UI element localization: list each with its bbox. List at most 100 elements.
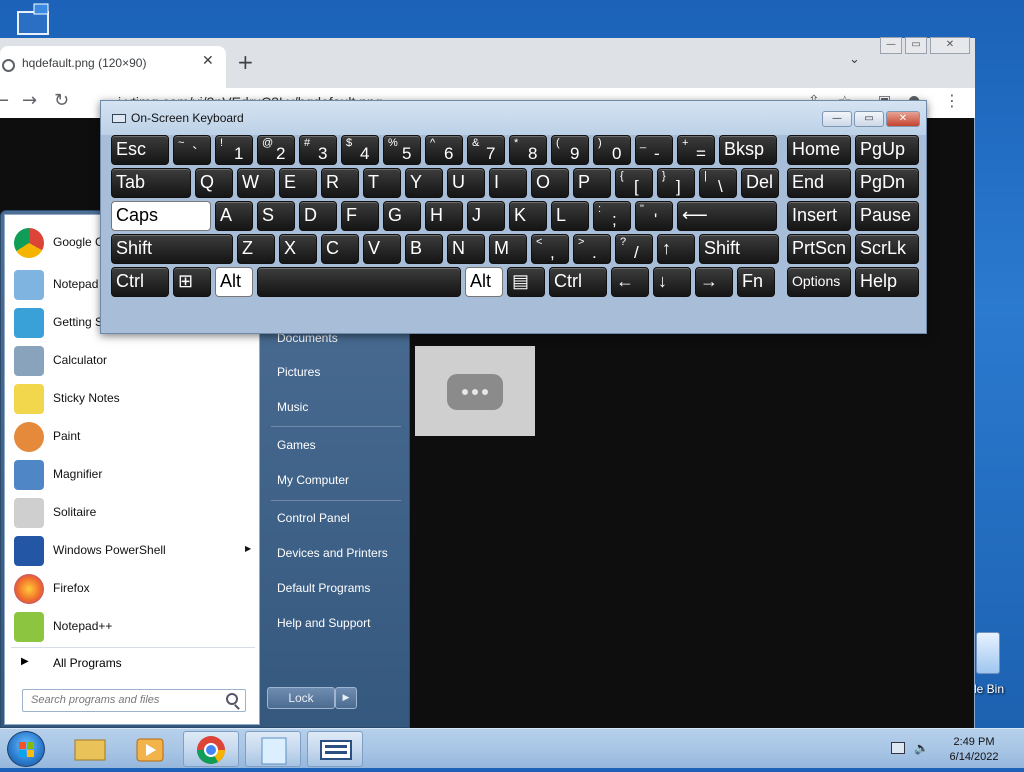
key-[interactable]: ? / <box>615 234 653 264</box>
forward-icon[interactable]: → <box>22 90 37 111</box>
key-g[interactable]: G <box>383 201 421 231</box>
start-right-my-computer[interactable]: My Computer <box>277 473 349 487</box>
key-[interactable]: + = <box>677 135 715 165</box>
network-icon[interactable] <box>891 742 905 754</box>
system-clock[interactable]: 2:49 PM 6/14/2022 <box>944 735 1004 765</box>
start-item-paint[interactable]: Paint <box>11 419 251 455</box>
key-o[interactable]: O <box>531 168 569 198</box>
key-9[interactable]: (9 <box>551 135 589 165</box>
key-caps[interactable]: Caps <box>111 201 211 231</box>
key-y[interactable]: Y <box>405 168 443 198</box>
close-button[interactable]: ✕ <box>930 37 970 54</box>
key-ctrl[interactable]: Ctrl <box>549 267 607 297</box>
key-r[interactable]: R <box>321 168 359 198</box>
all-programs-button[interactable]: ▶ All Programs <box>11 651 251 675</box>
taskbar-media-player[interactable] <box>122 731 178 767</box>
key-t[interactable]: T <box>363 168 401 198</box>
osk-title-bar[interactable]: On-Screen Keyboard — ▭ ✕ <box>101 101 926 135</box>
osk-close-button[interactable]: ✕ <box>886 111 920 127</box>
key-end[interactable]: End <box>787 168 851 198</box>
key-ctrl[interactable]: Ctrl <box>111 267 169 297</box>
back-icon[interactable]: ← <box>0 90 9 111</box>
new-tab-button[interactable]: + <box>237 50 254 74</box>
start-right-default-programs[interactable]: Default Programs <box>277 581 370 595</box>
key-f[interactable]: F <box>341 201 379 231</box>
key-[interactable]: ~ ` <box>173 135 211 165</box>
key-bksp[interactable]: Bksp <box>719 135 777 165</box>
start-item-notepad-plus-plus[interactable]: Notepad++ <box>11 609 251 645</box>
start-item-firefox[interactable]: Firefox <box>11 571 251 607</box>
key-d[interactable]: D <box>299 201 337 231</box>
key-[interactable]: }] <box>657 168 695 198</box>
key-l[interactable]: L <box>551 201 589 231</box>
key-[interactable]: → <box>695 267 733 297</box>
tab-hqdefault[interactable]: hqdefault.png (120×90) ✕ <box>0 46 226 88</box>
key-v[interactable]: V <box>363 234 401 264</box>
key-w[interactable]: W <box>237 168 275 198</box>
maximize-button[interactable]: ▭ <box>905 37 927 54</box>
key-alt[interactable]: Alt <box>465 267 503 297</box>
start-item-magnifier[interactable]: Magnifier <box>11 457 251 493</box>
tab-search-button[interactable]: ⌄ <box>849 52 860 67</box>
key-[interactable]: {[ <box>615 168 653 198</box>
key-[interactable]: <, <box>531 234 569 264</box>
key-e[interactable]: E <box>279 168 317 198</box>
start-button[interactable] <box>7 731 45 767</box>
start-search-input[interactable]: Search programs and files <box>22 689 246 712</box>
volume-icon[interactable]: 🔈 <box>914 742 929 754</box>
key-j[interactable]: J <box>467 201 505 231</box>
key-scrlk[interactable]: ScrLk <box>855 234 919 264</box>
minimize-button[interactable]: — <box>880 37 902 54</box>
osk-restore-button[interactable]: ▭ <box>854 111 884 127</box>
osk-minimize-button[interactable]: — <box>822 111 852 127</box>
key-pgdn[interactable]: PgDn <box>855 168 919 198</box>
key-[interactable]: | \ <box>699 168 737 198</box>
key-[interactable]: ▤ <box>507 267 545 297</box>
key-prtscn[interactable]: PrtScn <box>787 234 851 264</box>
lock-button[interactable]: Lock <box>267 687 335 709</box>
key-[interactable]: _ - <box>635 135 673 165</box>
key-b[interactable]: B <box>405 234 443 264</box>
key-3[interactable]: #3 <box>299 135 337 165</box>
start-right-music[interactable]: Music <box>277 400 308 414</box>
key-4[interactable]: $4 <box>341 135 379 165</box>
reload-icon[interactable]: ↻ <box>54 90 69 111</box>
start-item-calculator[interactable]: Calculator <box>11 343 251 379</box>
key-6[interactable]: ^ 6 <box>425 135 463 165</box>
key-shift[interactable]: Shift <box>699 234 779 264</box>
key-x[interactable]: X <box>279 234 317 264</box>
key-h[interactable]: H <box>425 201 463 231</box>
key-k[interactable]: K <box>509 201 547 231</box>
key-s[interactable]: S <box>257 201 295 231</box>
start-right-help-and-support[interactable]: Help and Support <box>277 616 370 630</box>
key-tab[interactable]: Tab <box>111 168 191 198</box>
key-2[interactable]: @2 <box>257 135 295 165</box>
start-item-solitaire[interactable]: Solitaire <box>11 495 251 531</box>
shutdown-options-arrow-icon[interactable]: ▶ <box>335 687 357 709</box>
start-right-pictures[interactable]: Pictures <box>277 365 320 379</box>
key-q[interactable]: Q <box>195 168 233 198</box>
key-esc[interactable]: Esc <box>111 135 169 165</box>
key-0[interactable]: ) 0 <box>593 135 631 165</box>
key-fn[interactable]: Fn <box>737 267 775 297</box>
start-item-windows-powershell[interactable]: Windows PowerShell ▶ <box>11 533 251 569</box>
key-[interactable]: >. <box>573 234 611 264</box>
key-home[interactable]: Home <box>787 135 851 165</box>
key-[interactable]: :; <box>593 201 631 231</box>
key-m[interactable]: M <box>489 234 527 264</box>
taskbar-chrome[interactable] <box>183 731 239 767</box>
menu-dots-icon[interactable]: ⋮ <box>944 91 960 110</box>
key-pgup[interactable]: PgUp <box>855 135 919 165</box>
key-z[interactable]: Z <box>237 234 275 264</box>
key-[interactable]: ⟵ <box>677 201 777 231</box>
key-alt[interactable]: Alt <box>215 267 253 297</box>
key-n[interactable]: N <box>447 234 485 264</box>
start-right-control-panel[interactable]: Control Panel <box>277 511 350 525</box>
key-pause[interactable]: Pause <box>855 201 919 231</box>
key-i[interactable]: I <box>489 168 527 198</box>
key-[interactable]: ↓ <box>653 267 691 297</box>
key-help[interactable]: Help <box>855 267 919 297</box>
key-7[interactable]: & 7 <box>467 135 505 165</box>
desktop-icon-computer[interactable] <box>14 0 62 36</box>
key-[interactable]: " ' <box>635 201 673 231</box>
